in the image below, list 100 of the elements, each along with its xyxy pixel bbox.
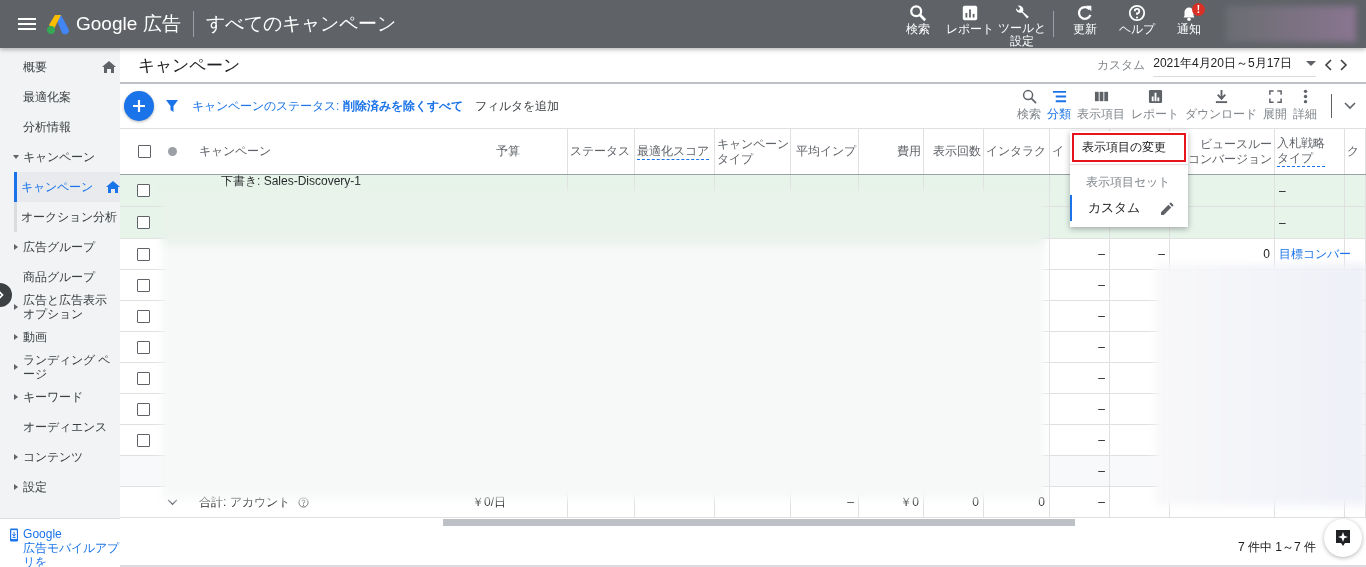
download-icon — [1213, 89, 1229, 104]
nav-item[interactable]: ランディング ページ — [12, 352, 120, 382]
menu-item[interactable]: カスタム — [1070, 195, 1188, 221]
expand-triangle-icon — [13, 484, 19, 490]
app-bar-button[interactable]: ヘルプ — [1112, 0, 1162, 48]
add-button[interactable] — [124, 91, 154, 121]
date-range-dropdown[interactable]: 2021年4月20日～5月17日 — [1153, 53, 1316, 77]
logo-icon — [46, 13, 70, 35]
add-filter-link[interactable]: フィルタを追加 — [474, 97, 559, 115]
table-cell: ￥0/日 — [472, 493, 506, 511]
app-bar-button[interactable]: 検索 — [893, 0, 943, 48]
pencil-icon[interactable] — [1161, 201, 1174, 215]
table-cell: – — [1098, 340, 1105, 354]
toolbar-button[interactable]: 詳細 — [1291, 85, 1319, 127]
table-cell: 目標コンバー — [1279, 245, 1351, 263]
menu-icon[interactable] — [18, 18, 36, 30]
chevron-down-icon[interactable] — [1344, 102, 1356, 110]
sparkle-chat-icon — [1335, 529, 1351, 547]
nav-item[interactable]: コンテンツ — [12, 442, 120, 472]
row-checkbox[interactable] — [136, 247, 150, 261]
pagination-text: 7 件中 1～7 件 — [1237, 539, 1316, 556]
expand-triangle-icon — [13, 364, 19, 370]
row-checkbox[interactable] — [136, 402, 150, 416]
toolbar-button[interactable]: 検索 — [1015, 85, 1043, 127]
app-bar-button[interactable]: 通知 ! — [1164, 0, 1214, 48]
app-bar-button[interactable]: ツールと設定 — [997, 0, 1047, 48]
nav-item[interactable]: 広告と広告表示オプション — [12, 292, 120, 322]
nav-item[interactable]: キャンペーン — [14, 172, 120, 202]
column-header[interactable]: 最適化スコア — [637, 143, 709, 160]
column-header[interactable]: 費用 — [897, 144, 921, 159]
nav-item[interactable]: 設定 — [12, 472, 120, 502]
nav-item[interactable]: 広告グループ — [12, 232, 120, 262]
expand-triangle-icon — [13, 154, 19, 160]
plus-icon — [133, 100, 145, 112]
row-checkbox[interactable] — [136, 340, 150, 354]
toolbar-button[interactable]: 表示項目 — [1075, 85, 1127, 127]
promo-link[interactable]: Google — [23, 527, 120, 541]
nav-item[interactable]: 概要 — [12, 52, 120, 82]
column-header[interactable]: ビュースルー コンバージョン — [1188, 136, 1272, 167]
nav-item[interactable]: 商品グループ — [12, 262, 120, 292]
row-checkbox[interactable] — [136, 433, 150, 447]
table-cell: ￥0 — [900, 493, 919, 511]
row-checkbox[interactable] — [136, 371, 150, 385]
table-cell: – — [847, 495, 854, 509]
table-cell: – — [1098, 371, 1105, 385]
app-bar-button[interactable]: 更新 — [1060, 0, 1110, 48]
table-cell: – — [1098, 464, 1105, 478]
date-range-label: カスタム — [1097, 56, 1146, 74]
select-all-checkbox[interactable] — [137, 145, 151, 158]
bar-chart-icon — [961, 4, 979, 22]
nav-item[interactable]: キャンペーン — [12, 142, 120, 172]
chevron-down-icon[interactable] — [167, 498, 178, 506]
row-checkbox[interactable] — [136, 216, 150, 229]
chevron-left-icon[interactable] — [1324, 59, 1332, 71]
column-header[interactable]: インタラク — [986, 144, 1046, 159]
brand-name: Google 広告 — [76, 12, 181, 36]
table-cell: – — [1098, 402, 1105, 416]
toolbar-button[interactable]: 分類 — [1045, 85, 1073, 127]
column-header[interactable]: 平均インプ — [796, 144, 856, 159]
column-header[interactable]: ク — [1347, 144, 1359, 159]
table-cell: – — [1279, 183, 1286, 198]
expand-triangle-icon — [13, 244, 19, 250]
column-header[interactable]: キャンペーン タイプ — [717, 136, 789, 167]
help-icon — [1128, 4, 1146, 22]
filter-chip[interactable]: キャンペーンのステータス: 削除済みを除くすべて — [192, 97, 463, 115]
phone-download-icon — [10, 527, 19, 543]
menu-section-label: 表示項目セット — [1070, 164, 1188, 195]
table-cell: – — [1098, 278, 1105, 292]
column-header[interactable]: ステータス — [570, 144, 630, 159]
search-icon — [909, 4, 927, 22]
column-header[interactable]: 入札戦略 タイプ — [1277, 136, 1325, 167]
table-cell: – — [1158, 247, 1165, 261]
chevron-right-icon[interactable] — [1340, 59, 1348, 71]
column-header[interactable]: 表示回数 — [933, 144, 981, 159]
nav-item[interactable]: 動画 — [12, 322, 120, 352]
row-checkbox[interactable] — [136, 184, 150, 197]
toolbar-button[interactable]: ダウンロード — [1183, 85, 1259, 127]
menu-item[interactable]: 表示項目の変更 — [1072, 133, 1186, 162]
column-header[interactable]: イ — [1052, 144, 1064, 159]
home-icon — [106, 181, 120, 193]
page-heading: キャンペーン — [138, 54, 240, 77]
row-checkbox[interactable] — [136, 309, 150, 323]
feedback-button[interactable] — [1324, 519, 1362, 557]
help-icon[interactable] — [297, 496, 309, 508]
nav-item[interactable]: 分析情報 — [12, 112, 120, 142]
table-cell: – — [1098, 495, 1105, 509]
nav-item[interactable]: 最適化案 — [12, 82, 120, 112]
nav-item[interactable]: オーディエンス — [12, 412, 120, 442]
filter-icon[interactable] — [166, 100, 178, 112]
nav-item[interactable]: キーワード — [12, 382, 120, 412]
column-header[interactable]: キャンペーン — [199, 144, 271, 159]
expand-triangle-icon — [13, 394, 19, 400]
column-header[interactable]: 予算 — [496, 144, 520, 159]
row-checkbox[interactable] — [136, 278, 150, 292]
toolbar-button[interactable]: 展開 — [1261, 85, 1289, 127]
app-bar-button[interactable]: レポート — [945, 0, 995, 48]
table-cell: 下書き: Sales-Discovery-1 — [221, 175, 362, 187]
toolbar-button[interactable]: レポート — [1129, 85, 1181, 127]
table-cell: 合計: アカウント — [199, 493, 290, 511]
status-dot-icon — [168, 147, 177, 156]
